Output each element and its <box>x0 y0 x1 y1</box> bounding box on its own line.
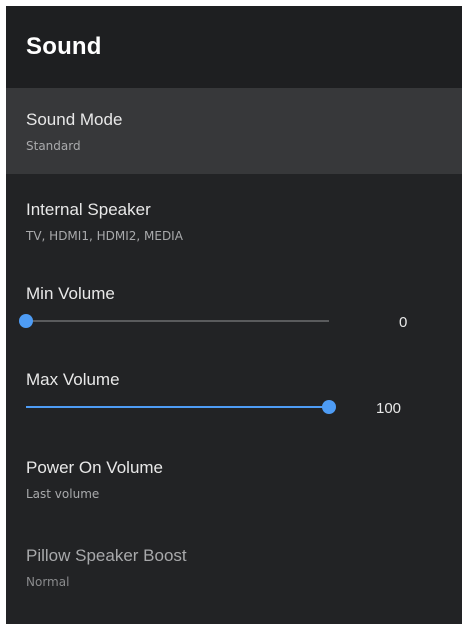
pillow-speaker-boost-value: Normal <box>26 575 70 589</box>
page-title: Sound <box>26 33 102 60</box>
max-volume-item[interactable]: Max Volume 100 <box>6 350 462 436</box>
max-volume-slider-fill <box>26 406 329 408</box>
max-volume-slider[interactable] <box>26 400 336 414</box>
panel-header: Sound <box>6 6 462 88</box>
power-on-volume-item[interactable]: Power On Volume Last volume <box>6 436 462 526</box>
max-volume-label: Max Volume <box>26 370 120 389</box>
sound-settings-panel: Sound Sound Mode Standard Internal Speak… <box>6 6 462 624</box>
sound-mode-label: Sound Mode <box>26 110 123 129</box>
internal-speaker-item[interactable]: Internal Speaker TV, HDMI1, HDMI2, MEDIA <box>6 174 462 264</box>
internal-speaker-value: TV, HDMI1, HDMI2, MEDIA <box>26 229 183 243</box>
max-volume-value: 100 <box>376 400 402 417</box>
internal-speaker-label: Internal Speaker <box>26 200 151 219</box>
power-on-volume-value: Last volume <box>26 487 100 501</box>
power-on-volume-label: Power On Volume <box>26 458 164 477</box>
min-volume-value: 0 <box>399 314 408 331</box>
min-volume-item[interactable]: Min Volume 0 <box>6 264 462 350</box>
pillow-speaker-boost-item[interactable]: Pillow Speaker Boost Normal <box>6 526 462 616</box>
min-volume-slider[interactable] <box>19 314 329 328</box>
sound-mode-item[interactable]: Sound Mode Standard <box>6 88 462 174</box>
min-volume-slider-thumb[interactable] <box>19 314 33 328</box>
max-volume-slider-thumb[interactable] <box>322 400 336 414</box>
min-volume-label: Min Volume <box>26 284 115 303</box>
pillow-speaker-boost-label: Pillow Speaker Boost <box>26 546 187 565</box>
sound-mode-value: Standard <box>26 139 81 153</box>
